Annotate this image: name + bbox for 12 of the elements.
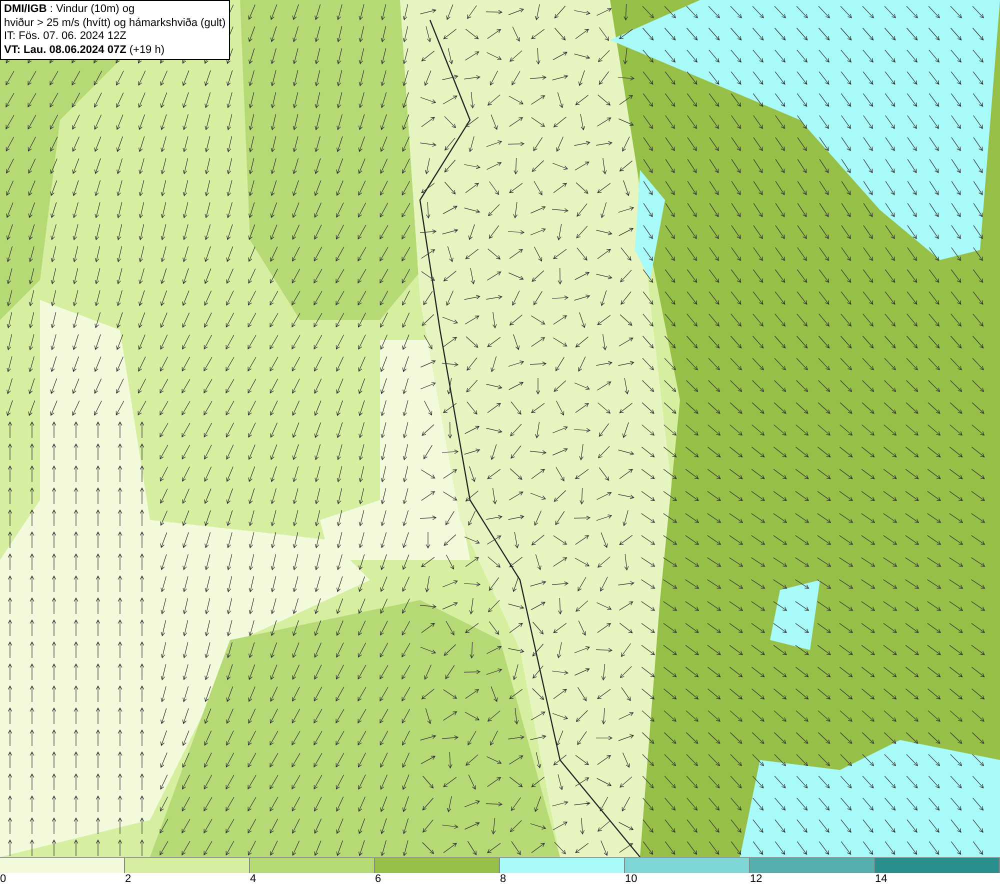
legend-tick-label: 2 [125,873,132,885]
legend-tick-label: 8 [500,873,506,885]
legend-tick-label: 14 [875,873,888,885]
info-text: DMI/IGB : Vindur (10m) og [4,3,135,16]
legend-tick-label: 12 [750,873,762,885]
info-text: hviður > 25 m/s (hvítt) og hámarkshviða (gult) [4,16,226,30]
legend-tick-label: 0 [0,873,6,885]
info-text: IT: Fös. 07. 06. 2024 12Z [4,30,126,44]
legend-tick-label: 4 [250,873,256,885]
legend-tick-label: 10 [625,873,638,885]
legend-tick-label: 6 [375,873,382,885]
info-text: VT: Lau. 08.06.2024 07Z (+19 h) [4,44,165,57]
